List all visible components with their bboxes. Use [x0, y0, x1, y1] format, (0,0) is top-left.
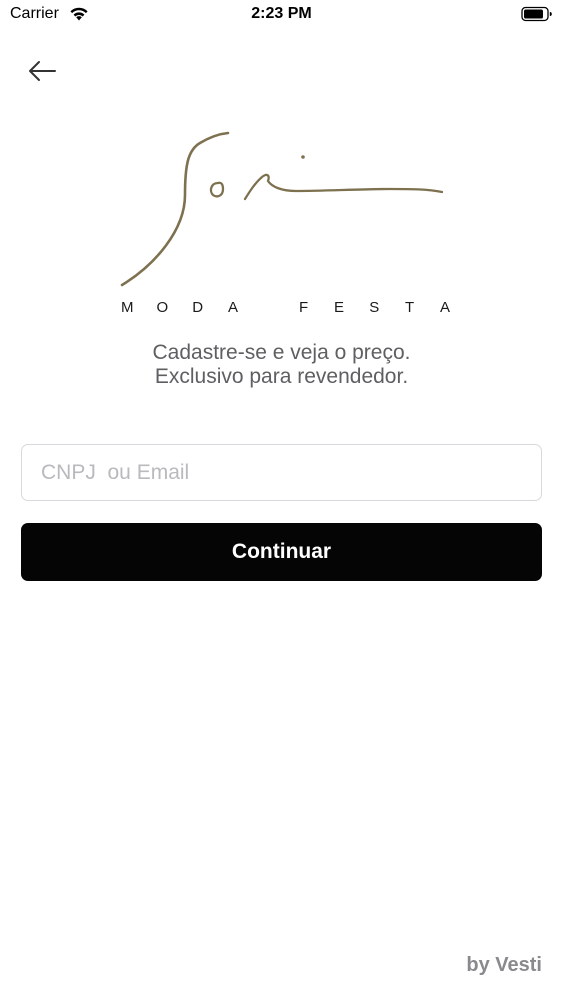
back-button[interactable]: [22, 54, 62, 88]
continue-button[interactable]: Continuar: [21, 523, 542, 581]
tagline: Cadastre-se e veja o preço. Exclusivo pa…: [0, 341, 563, 389]
brand-logo-mark: [120, 131, 444, 287]
logo-subtitle: M O D A F E S T A: [121, 299, 450, 316]
brand-logo: M O D A F E S T A: [110, 125, 455, 325]
arrow-left-icon: [29, 61, 56, 81]
footer-brand: by Vesti: [466, 954, 542, 976]
status-bar: Carrier 2:23 PM: [0, 0, 563, 30]
tagline-line-1: Cadastre-se e veja o preço.: [152, 341, 411, 364]
tagline-line-2: Exclusivo para revendedor.: [154, 365, 409, 388]
clock: 2:23 PM: [251, 5, 312, 22]
battery-icon: [521, 6, 552, 22]
cnpj-or-email-input[interactable]: [21, 444, 542, 501]
